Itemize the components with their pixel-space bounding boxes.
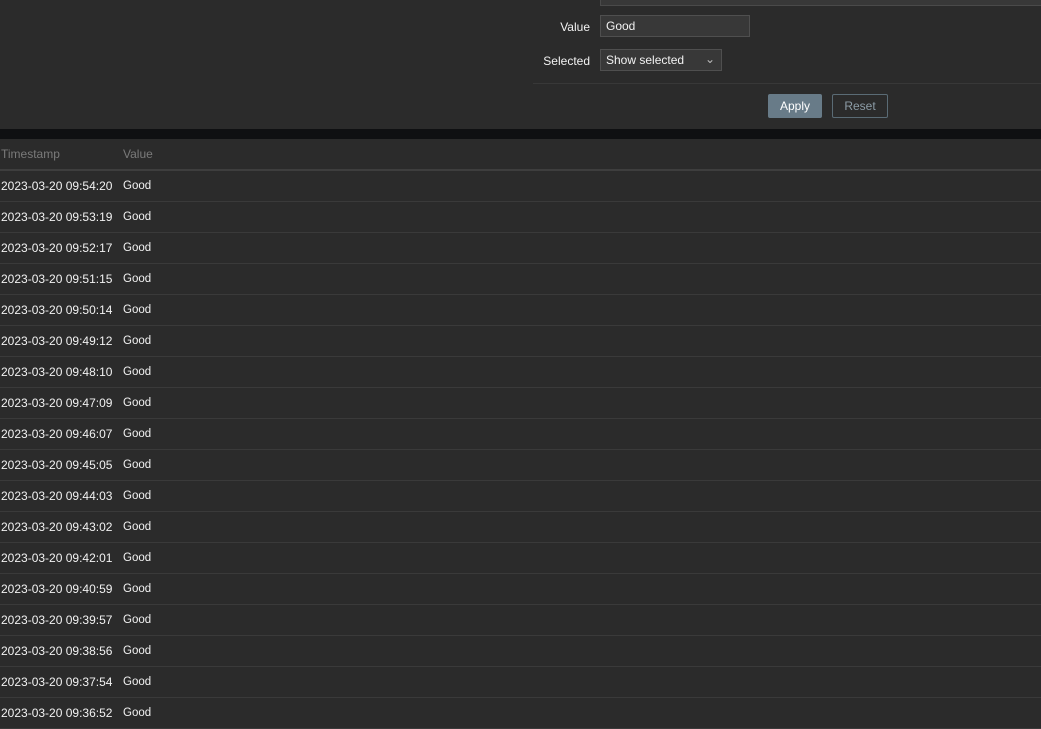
table-row: 2023-03-20 09:45:05 Good: [0, 449, 1041, 481]
table-row: 2023-03-20 09:44:03 Good: [0, 480, 1041, 512]
reset-button[interactable]: Reset: [832, 94, 888, 118]
table-row: 2023-03-20 09:39:57 Good: [0, 604, 1041, 636]
header-value[interactable]: Value: [122, 139, 1041, 171]
value-cell: Good: [122, 325, 1041, 357]
value-cell: Good: [122, 635, 1041, 667]
table-row: 2023-03-20 09:47:09 Good: [0, 387, 1041, 419]
table-row: 2023-03-20 09:53:19 Good: [0, 201, 1041, 233]
timestamp-cell: 2023-03-20 09:45:05: [0, 449, 122, 481]
timestamp-cell: 2023-03-20 09:46:07: [0, 418, 122, 450]
value-cell: Good: [122, 356, 1041, 388]
timestamp-cell: 2023-03-20 09:39:57: [0, 604, 122, 636]
table-row: 2023-03-20 09:54:20 Good: [0, 170, 1041, 202]
table-row: 2023-03-20 09:38:56 Good: [0, 635, 1041, 667]
table-row: 2023-03-20 09:50:14 Good: [0, 294, 1041, 326]
value-cell: Good: [122, 573, 1041, 605]
selected-value: Show selected: [606, 53, 685, 67]
timestamp-cell: 2023-03-20 09:47:09: [0, 387, 122, 419]
value-cell: Good: [122, 666, 1041, 698]
value-cell: Good: [122, 170, 1041, 202]
history-table: Timestamp Value 2023-03-20 09:54:20 Good 2…: [0, 139, 1041, 729]
timestamp-cell: 2023-03-20 09:51:15: [0, 263, 122, 295]
timestamp-cell: 2023-03-20 09:43:02: [0, 511, 122, 543]
value-input[interactable]: [600, 15, 750, 37]
value-cell: Good: [122, 201, 1041, 233]
table-row: 2023-03-20 09:37:54 Good: [0, 666, 1041, 698]
timestamp-cell: 2023-03-20 09:48:10: [0, 356, 122, 388]
timestamp-cell: 2023-03-20 09:50:14: [0, 294, 122, 326]
chevron-down-icon: ⌄: [704, 52, 715, 66]
value-cell: Good: [122, 263, 1041, 295]
value-cell: Good: [122, 294, 1041, 326]
selected-label: Selected: [543, 54, 590, 68]
timestamp-cell: 2023-03-20 09:44:03: [0, 480, 122, 512]
table-row: 2023-03-20 09:51:15 Good: [0, 263, 1041, 295]
top-field[interactable]: [600, 0, 1041, 6]
header-timestamp[interactable]: Timestamp: [0, 139, 122, 171]
filter-panel: Value Selected Show selected ⌄ Apply Res…: [0, 0, 1041, 129]
table-row: 2023-03-20 09:52:17 Good: [0, 232, 1041, 264]
value-cell: Good: [122, 387, 1041, 419]
table-row: 2023-03-20 09:49:12 Good: [0, 325, 1041, 357]
table-row: 2023-03-20 09:42:01 Good: [0, 542, 1041, 574]
value-cell: Good: [122, 511, 1041, 543]
timestamp-cell: 2023-03-20 09:49:12: [0, 325, 122, 357]
value-cell: Good: [122, 604, 1041, 636]
timestamp-cell: 2023-03-20 09:42:01: [0, 542, 122, 574]
table-row: 2023-03-20 09:40:59 Good: [0, 573, 1041, 605]
value-cell: Good: [122, 449, 1041, 481]
value-cell: Good: [122, 418, 1041, 450]
selected-dropdown[interactable]: Show selected ⌄: [600, 49, 722, 71]
timestamp-cell: 2023-03-20 09:38:56: [0, 635, 122, 667]
timestamp-cell: 2023-03-20 09:37:54: [0, 666, 122, 698]
timestamp-cell: 2023-03-20 09:40:59: [0, 573, 122, 605]
table-row: 2023-03-20 09:48:10 Good: [0, 356, 1041, 388]
table-row: 2023-03-20 09:43:02 Good: [0, 511, 1041, 543]
divider-band: [0, 129, 1041, 139]
value-cell: Good: [122, 542, 1041, 574]
timestamp-cell: 2023-03-20 09:54:20: [0, 170, 122, 202]
table-row: 2023-03-20 09:46:07 Good: [0, 418, 1041, 450]
apply-button[interactable]: Apply: [768, 94, 822, 118]
value-cell: Good: [122, 232, 1041, 264]
value-label: Value: [560, 20, 590, 34]
divider: [533, 83, 1041, 84]
timestamp-cell: 2023-03-20 09:53:19: [0, 201, 122, 233]
value-cell: Good: [122, 480, 1041, 512]
timestamp-cell: 2023-03-20 09:52:17: [0, 232, 122, 264]
